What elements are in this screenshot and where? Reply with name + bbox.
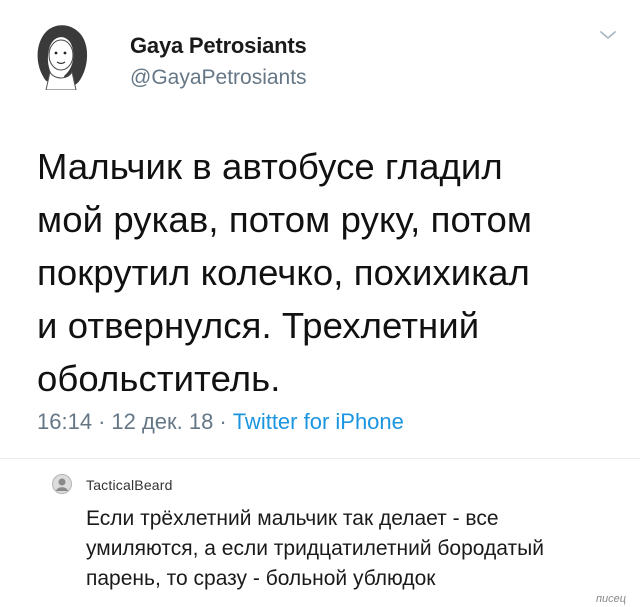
tweet-text-line: обольститель.: [37, 358, 281, 399]
tweet-time[interactable]: 16:14: [37, 409, 92, 434]
divider: [0, 458, 640, 459]
tweet-source-link[interactable]: Twitter for iPhone: [233, 409, 404, 434]
tweet-date[interactable]: 12 дек. 18: [111, 409, 213, 434]
chevron-down-icon[interactable]: [598, 28, 618, 42]
tweet-card: Gaya Petrosiants @GayaPetrosiants Мальчи…: [0, 0, 640, 460]
reply-text-line: Если трёхлетний мальчик так делает - все: [86, 507, 499, 530]
author-name[interactable]: Gaya Petrosiants: [130, 33, 307, 59]
tweet-text: Мальчик в автобусе гладил мой рукав, пот…: [37, 140, 617, 405]
tweet-text-line: Мальчик в автобусе гладил: [37, 146, 503, 187]
reply-text-line: парень, то сразу - больной ублюдок: [86, 567, 436, 590]
tweet-meta: 16:14 · 12 дек. 18 · Twitter for iPhone: [37, 409, 404, 435]
reply-comment: TacticalBeard Если трёхлетний мальчик та…: [0, 462, 640, 607]
tweet-text-line: и отвернулся. Трехлетний: [37, 305, 480, 346]
meta-separator: ·: [219, 409, 227, 434]
watermark: писец: [596, 593, 627, 605]
reply-text-line: умиляются, а если тридцатилетний бородат…: [86, 537, 544, 560]
reply-username[interactable]: TacticalBeard: [86, 477, 173, 493]
avatar-sketch-icon[interactable]: [30, 18, 94, 91]
tweet-text-line: покрутил колечко, похихикал: [37, 252, 530, 293]
author-handle[interactable]: @GayaPetrosiants: [130, 66, 307, 90]
reply-text: Если трёхлетний мальчик так делает - все…: [86, 504, 626, 594]
avatar-icon[interactable]: [52, 474, 72, 494]
tweet-text-line: мой рукав, потом руку, потом: [37, 199, 533, 240]
meta-separator: ·: [98, 409, 106, 434]
